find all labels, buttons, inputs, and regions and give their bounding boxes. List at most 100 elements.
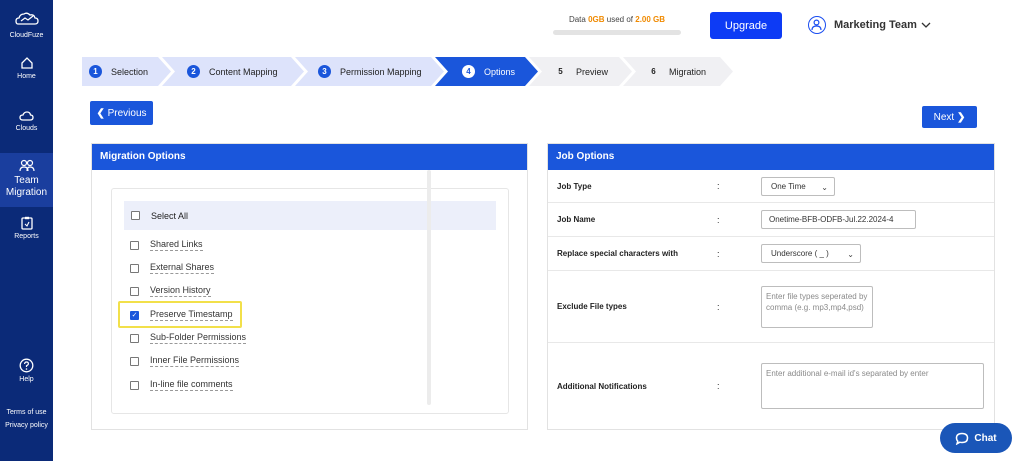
option-label: Preserve Timestamp (150, 309, 233, 321)
usage-mid: used of (606, 15, 634, 24)
option-label: In-line file comments (150, 379, 233, 391)
team-icon (18, 159, 35, 172)
checkbox[interactable] (130, 380, 139, 390)
replace-characters-value: Underscore ( _ ) (771, 249, 829, 258)
chevron-down-icon: ⌄ (821, 182, 828, 192)
select-all-row[interactable]: Select All (124, 201, 496, 230)
sidebar-item-reports-label: Reports (14, 233, 39, 240)
terms-of-use-link[interactable]: Terms of use (0, 406, 53, 419)
job-name-colon: : (717, 214, 720, 225)
option-sub-folder-permissions[interactable]: Sub-Folder Permissions (130, 332, 247, 344)
step-content-mapping[interactable]: 2 Content Mapping (187, 57, 278, 86)
checkbox-checked[interactable]: ✓ (130, 310, 139, 320)
next-button[interactable]: Next ❯ (922, 106, 977, 128)
option-inline-file-comments[interactable]: In-line file comments (130, 379, 233, 391)
checkbox[interactable] (130, 286, 139, 296)
option-label: Inner File Permissions (150, 355, 240, 367)
previous-button-label: Previous (107, 107, 147, 119)
exclude-file-types-input[interactable]: Enter file types seperated by comma (e.g… (761, 285, 873, 328)
privacy-policy-link[interactable]: Privacy policy (0, 419, 53, 432)
job-name-label: Job Name (557, 215, 596, 224)
cloud-icon (19, 111, 34, 121)
option-label: Shared Links (150, 239, 203, 251)
sidebar-item-help-label: Help (19, 376, 34, 383)
next-button-label: Next (933, 111, 955, 123)
brand-logo[interactable]: CloudFuze (0, 10, 53, 39)
checkbox[interactable] (130, 240, 139, 250)
checkbox[interactable] (130, 333, 139, 343)
usage-total: 2.00 GB (635, 15, 666, 24)
job-name-row: Job Name : Onetime-BFB-ODFB-Jul.22.2024-… (548, 203, 994, 237)
select-all-checkbox[interactable] (131, 211, 140, 220)
option-label: Sub-Folder Permissions (150, 332, 247, 344)
step-number: 6 (651, 67, 656, 76)
chat-button[interactable]: Chat (940, 423, 1012, 453)
step-preview[interactable]: 5 Preview (554, 57, 608, 86)
step-permission-mapping[interactable]: 3 Permission Mapping (318, 57, 422, 86)
step-label: Content Mapping (209, 66, 278, 77)
replace-characters-select[interactable]: Underscore ( _ ) ⌄ (761, 244, 861, 263)
step-label: Preview (576, 66, 609, 77)
user-name: Marketing Team (834, 19, 917, 31)
chevron-right-icon: ❯ (956, 111, 966, 123)
step-migration[interactable]: 6 Migration (647, 57, 706, 86)
chat-bubble-icon (956, 432, 969, 445)
job-name-value: Onetime-BFB-ODFB-Jul.22.2024-4 (769, 215, 894, 224)
exclude-file-types-label: Exclude File types (557, 302, 627, 311)
home-icon (20, 57, 33, 69)
option-shared-links[interactable]: Shared Links (130, 239, 203, 251)
chevron-down-icon: ⌄ (847, 250, 854, 259)
previous-button[interactable]: ❮ Previous (90, 101, 153, 125)
option-external-shares[interactable]: External Shares (130, 262, 215, 274)
storage-usage-bar (553, 30, 681, 35)
replace-characters-row: Replace special characters with : Unders… (548, 237, 994, 271)
chevron-down-icon (921, 22, 931, 28)
option-label: External Shares (150, 262, 215, 274)
migration-options-title: Migration Options (92, 144, 527, 170)
step-number: 2 (187, 65, 200, 78)
sidebar-item-help[interactable]: Help (0, 358, 53, 383)
step-label: Migration (669, 66, 707, 77)
sidebar-item-clouds-label: Clouds (15, 125, 38, 132)
option-version-history[interactable]: Version History (130, 285, 211, 297)
sidebar-item-clouds[interactable]: Clouds (0, 110, 53, 132)
step-number: 1 (89, 65, 102, 78)
options-scrollbar[interactable] (427, 170, 431, 405)
additional-notifications-label: Additional Notifications (557, 381, 647, 391)
user-menu[interactable]: Marketing Team (808, 16, 931, 34)
checkbox[interactable] (130, 356, 139, 366)
step-selection[interactable]: 1 Selection (89, 57, 148, 86)
additional-notifications-input[interactable]: Enter additional e-mail id's separated b… (761, 363, 984, 409)
cloudfuze-logo-icon (14, 12, 39, 25)
option-inner-file-permissions[interactable]: Inner File Permissions (130, 355, 240, 367)
usage-prefix: Data (568, 15, 586, 24)
chat-button-label: Chat (974, 432, 997, 444)
exclude-file-types-row: Exclude File types : Enter file types se… (548, 271, 994, 343)
job-name-input[interactable]: Onetime-BFB-ODFB-Jul.22.2024-4 (761, 210, 916, 229)
step-label: Permission Mapping (340, 66, 422, 77)
step-number: 4 (462, 65, 475, 78)
job-type-select[interactable]: One Time ⌄ (761, 176, 835, 196)
sidebar-item-team-migration[interactable]: Team Migration (0, 153, 53, 207)
usage-used: 0GB (588, 15, 605, 24)
sidebar-item-home[interactable]: Home (0, 56, 53, 80)
upgrade-button[interactable]: Upgrade (710, 12, 782, 39)
checkbox[interactable] (130, 263, 139, 273)
replace-characters-colon: : (717, 248, 720, 259)
replace-characters-label: Replace special characters with (557, 249, 678, 258)
option-label: Version History (150, 285, 211, 297)
chevron-left-icon: ❮ (96, 107, 105, 119)
user-avatar-icon (808, 16, 826, 34)
option-preserve-timestamp[interactable]: ✓ Preserve Timestamp (130, 309, 233, 321)
help-icon (19, 358, 34, 373)
sidebar-item-team-migration-label: Team Migration (5, 175, 48, 198)
additional-notifications-colon: : (717, 381, 720, 391)
storage-usage-text: Data 0GB used of 2.00 GB (553, 15, 681, 24)
step-options[interactable]: 4 Options (462, 57, 515, 86)
step-label: Options (484, 66, 516, 77)
step-label: Selection (111, 66, 149, 77)
sidebar: CloudFuze Home Clouds Team Migration Rep… (0, 0, 53, 461)
step-number: 3 (318, 65, 331, 78)
wizard-steps: 1 Selection 2 Content Mapping 3 Permissi… (82, 57, 742, 86)
sidebar-item-reports[interactable]: Reports (0, 216, 53, 240)
